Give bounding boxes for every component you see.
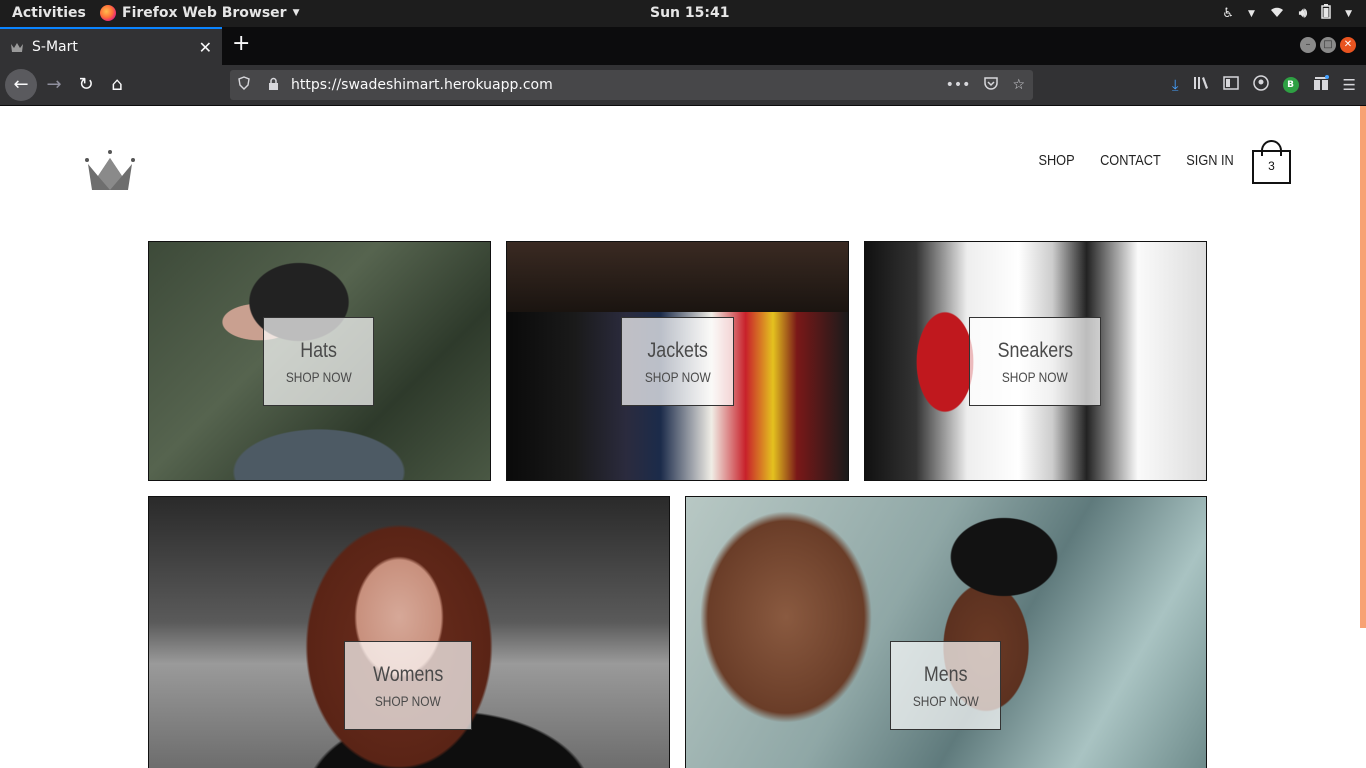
accessibility-icon[interactable]: ♿	[1222, 6, 1234, 21]
hamburger-menu-icon[interactable]: ☰	[1343, 76, 1356, 94]
extensions-icon[interactable]	[1313, 75, 1329, 95]
category-name: Hats	[300, 338, 337, 362]
url-text[interactable]: https://swadeshimart.herokuapp.com	[291, 77, 946, 93]
url-bar[interactable]: https://swadeshimart.herokuapp.com ••• ☆	[230, 70, 1033, 100]
reload-button[interactable]: ↻	[72, 71, 100, 99]
crown-logo-icon[interactable]	[84, 150, 136, 192]
nav-contact-link[interactable]: CONTACT	[1100, 152, 1161, 169]
crown-favicon-icon	[11, 43, 23, 52]
tracking-protection-icon[interactable]	[238, 76, 254, 94]
chevron-down-icon: ▼	[1247, 8, 1255, 19]
system-top-bar: Activities Firefox Web Browser ▼ Sun 15:…	[0, 0, 1366, 27]
nav-shop-link[interactable]: SHOP	[1039, 152, 1075, 169]
chevron-down-icon: ▼	[292, 8, 300, 18]
tab-s-mart[interactable]: S-Mart ✕	[0, 27, 222, 65]
category-name: Jackets	[647, 338, 708, 362]
category-tile-jackets[interactable]: Jackets SHOP NOW	[506, 241, 849, 481]
shop-now-label: SHOP NOW	[912, 692, 979, 709]
site-nav: SHOP CONTACT SIGN IN	[1039, 152, 1234, 169]
web-page: SHOP CONTACT SIGN IN 3 Hats SHOP NOW Jac…	[0, 106, 1366, 768]
battery-icon	[1321, 4, 1331, 23]
nav-sign-in-link[interactable]: SIGN IN	[1187, 152, 1234, 169]
wifi-icon	[1269, 5, 1285, 22]
category-tile-mens[interactable]: Mens SHOP NOW	[685, 496, 1207, 768]
lock-icon[interactable]	[268, 77, 279, 93]
category-label[interactable]: Jackets SHOP NOW	[621, 317, 734, 406]
category-tile-womens[interactable]: Womens SHOP NOW	[148, 496, 670, 768]
category-tile-hats[interactable]: Hats SHOP NOW	[148, 241, 491, 481]
clock[interactable]: Sun 15:41	[650, 5, 729, 21]
shop-now-label: SHOP NOW	[644, 368, 711, 385]
download-icon[interactable]: ⤓	[1172, 76, 1179, 94]
category-name: Womens	[372, 662, 444, 686]
pocket-icon[interactable]	[984, 76, 999, 94]
maximize-icon[interactable]: □	[1320, 37, 1336, 53]
page-scrollbar[interactable]	[1360, 106, 1366, 768]
category-label[interactable]: Womens SHOP NOW	[344, 641, 472, 730]
account-icon[interactable]	[1252, 75, 1269, 95]
category-name: Sneakers	[997, 338, 1073, 362]
bookmark-star-icon[interactable]: ☆	[1012, 77, 1025, 94]
tab-title: S-Mart	[32, 39, 78, 55]
sidebar-icon[interactable]	[1222, 76, 1239, 94]
shop-now-label: SHOP NOW	[375, 692, 441, 709]
toolbar-right: ⤓ B ☰	[1172, 75, 1356, 95]
volume-icon: 🔊︎	[1298, 6, 1308, 21]
library-icon[interactable]	[1193, 76, 1209, 94]
category-label[interactable]: Sneakers SHOP NOW	[969, 317, 1101, 406]
cart-bag-icon[interactable]: 3	[1252, 140, 1291, 184]
activities-button[interactable]: Activities	[12, 5, 86, 21]
minimize-icon[interactable]: –	[1300, 37, 1316, 53]
category-label[interactable]: Hats SHOP NOW	[263, 317, 374, 406]
scrollbar-thumb[interactable]	[1360, 106, 1366, 628]
navigation-toolbar: ← → ↻ ⌂ https://swadeshimart.herokuapp.c…	[0, 65, 1366, 106]
page-actions-icon[interactable]: •••	[946, 77, 971, 94]
home-button[interactable]: ⌂	[103, 71, 131, 99]
shop-now-label: SHOP NOW	[285, 368, 352, 385]
app-menu-label: Firefox Web Browser	[122, 5, 287, 21]
tab-strip: S-Mart ✕ + – □ ✕	[0, 27, 1366, 65]
extension-b-icon[interactable]: B	[1282, 77, 1299, 93]
forward-button[interactable]: →	[40, 71, 68, 99]
category-tile-sneakers[interactable]: Sneakers SHOP NOW	[864, 241, 1207, 481]
firefox-logo-icon	[100, 5, 116, 21]
back-button[interactable]: ←	[5, 69, 37, 101]
category-name: Mens	[923, 662, 968, 686]
new-tab-button[interactable]: +	[232, 33, 250, 55]
close-window-icon[interactable]: ✕	[1340, 37, 1356, 53]
cart-count: 3	[1268, 159, 1275, 173]
chevron-down-icon: ▼	[1345, 8, 1352, 19]
window-controls: – □ ✕	[1300, 37, 1356, 53]
system-tray[interactable]: ♿ ▼ 🔊︎ ▼	[1222, 4, 1352, 23]
app-menu[interactable]: Firefox Web Browser ▼	[100, 5, 300, 21]
shop-now-label: SHOP NOW	[1002, 368, 1068, 385]
close-tab-icon[interactable]: ✕	[199, 38, 212, 57]
category-label[interactable]: Mens SHOP NOW	[890, 641, 1001, 730]
